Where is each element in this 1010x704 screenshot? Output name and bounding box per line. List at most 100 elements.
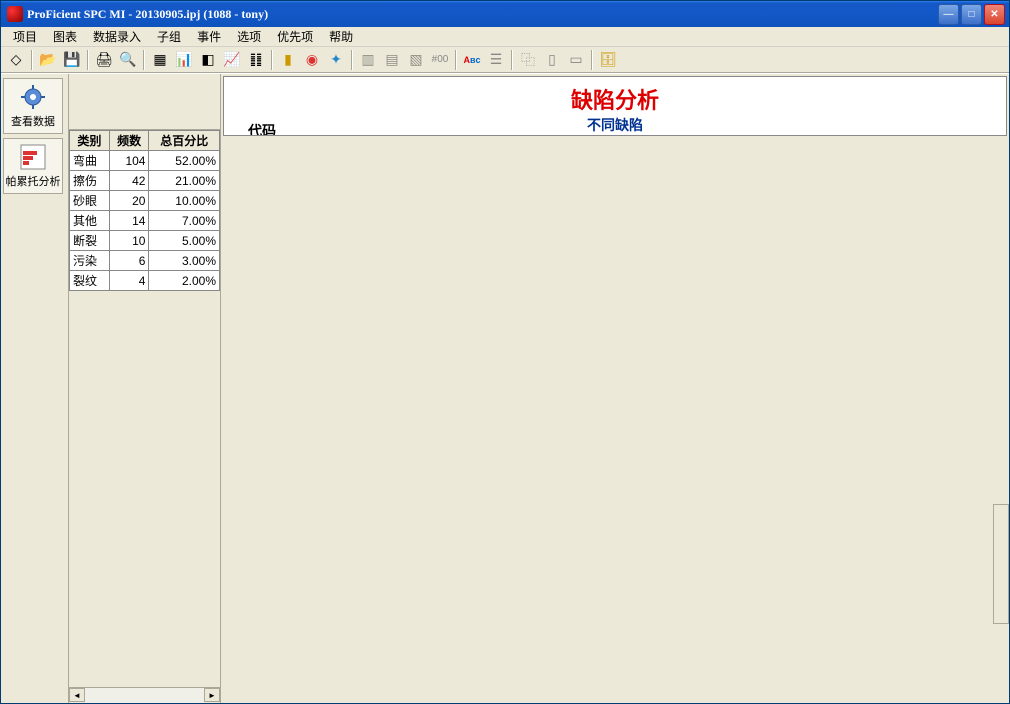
histogram-icon[interactable]: ◧: [197, 49, 219, 71]
cell-percent: 10.00%: [149, 191, 220, 211]
separator: [143, 50, 145, 70]
back-icon[interactable]: ◇: [5, 49, 27, 71]
chart-title: 缺陷分析: [224, 83, 1006, 115]
maximize-button[interactable]: □: [961, 4, 982, 25]
titlebar: ProFicient SPC MI - 20130905.ipj (1088 -…: [1, 1, 1009, 27]
menu-chart[interactable]: 图表: [45, 26, 85, 47]
cell-frequency: 10: [109, 231, 149, 251]
control-chart-icon[interactable]: 📊: [173, 49, 195, 71]
separator: [271, 50, 273, 70]
pane-header-gap: [69, 74, 220, 130]
cell-frequency: 42: [109, 171, 149, 191]
list-icon[interactable]: ☰: [485, 49, 507, 71]
hash-icon[interactable]: #00: [429, 49, 451, 71]
chart-container: 缺陷分析 不同缺陷 代码 0.0010.0020.0030.0040.0050.…: [221, 74, 1009, 703]
cell-category: 擦伤: [70, 171, 110, 191]
left-toolbox: 查看数据 帕累托分析: [1, 74, 69, 703]
data-table: 类别 频数 总百分比 弯曲10452.00%擦伤4221.00%砂眼2010.0…: [69, 130, 220, 291]
layout1-icon[interactable]: ▥: [357, 49, 379, 71]
minimize-button[interactable]: —: [938, 4, 959, 25]
menu-priority[interactable]: 优先项: [269, 26, 321, 47]
pareto-icon: [19, 143, 47, 171]
cell-frequency: 14: [109, 211, 149, 231]
scroll-track[interactable]: [85, 688, 204, 703]
menubar: 项目 图表 数据录入 子组 事件 选项 优先项 帮助: [1, 27, 1009, 47]
run-chart-icon[interactable]: 📈: [221, 49, 243, 71]
separator: [591, 50, 593, 70]
cell-category: 其他: [70, 211, 110, 231]
col-frequency[interactable]: 频数: [109, 131, 149, 151]
separator: [511, 50, 513, 70]
app-icon: [7, 6, 23, 22]
layout2-icon[interactable]: ▤: [381, 49, 403, 71]
grid-icon[interactable]: ▦: [149, 49, 171, 71]
menu-events[interactable]: 事件: [189, 26, 229, 47]
cell-percent: 7.00%: [149, 211, 220, 231]
cell-category: 弯曲: [70, 151, 110, 171]
cell-percent: 52.00%: [149, 151, 220, 171]
separator: [87, 50, 89, 70]
open-icon[interactable]: 📂: [37, 49, 59, 71]
client-area: 查看数据 帕累托分析 类别 频数 总百分比 弯曲10452.00%: [1, 73, 1009, 703]
app-window: ProFicient SPC MI - 20130905.ipj (1088 -…: [0, 0, 1010, 704]
vertical-scrollbar[interactable]: [993, 504, 1009, 624]
cell-frequency: 20: [109, 191, 149, 211]
table-row[interactable]: 砂眼2010.00%: [70, 191, 220, 211]
separator: [31, 50, 33, 70]
table-row[interactable]: 擦伤4221.00%: [70, 171, 220, 191]
print-icon[interactable]: 🖨: [93, 49, 115, 71]
separator: [455, 50, 457, 70]
window-controls: — □ ✕: [938, 4, 1005, 25]
chart-y-axis-label: 代码: [248, 121, 276, 136]
horizontal-scrollbar[interactable]: ◄ ►: [69, 687, 220, 703]
pareto-label: 帕累托分析: [6, 176, 61, 188]
db-icon[interactable]: 🗄: [597, 49, 619, 71]
chart-subtitle: 不同缺陷: [224, 115, 1006, 135]
window-icon[interactable]: ▭: [565, 49, 587, 71]
menu-project[interactable]: 项目: [5, 26, 45, 47]
copy-icon[interactable]: ⿻: [517, 49, 539, 71]
cell-frequency: 4: [109, 271, 149, 291]
toolbar: ◇ 📂 💾 🖨 🔍 ▦ 📊 ◧ 📈 ䷁ ▮ ◉ ✦ ▥ ▤ ▧ #00 Aвc …: [1, 47, 1009, 73]
scroll-right-icon[interactable]: ►: [204, 688, 220, 702]
cell-percent: 3.00%: [149, 251, 220, 271]
menu-subgroup[interactable]: 子组: [149, 26, 189, 47]
bar-chart-icon[interactable]: ䷁: [245, 49, 267, 71]
layout3-icon[interactable]: ▧: [405, 49, 427, 71]
table-row[interactable]: 其他147.00%: [70, 211, 220, 231]
menu-dataentry[interactable]: 数据录入: [85, 26, 149, 47]
view-data-button[interactable]: 查看数据: [3, 78, 63, 134]
abc-icon[interactable]: Aвc: [461, 49, 483, 71]
traffic-light-icon[interactable]: ▮: [277, 49, 299, 71]
menu-help[interactable]: 帮助: [321, 26, 361, 47]
save-icon[interactable]: 💾: [61, 49, 83, 71]
cell-category: 裂纹: [70, 271, 110, 291]
table-row[interactable]: 弯曲10452.00%: [70, 151, 220, 171]
close-button[interactable]: ✕: [984, 4, 1005, 25]
cell-frequency: 104: [109, 151, 149, 171]
cell-percent: 5.00%: [149, 231, 220, 251]
table-row[interactable]: 污染63.00%: [70, 251, 220, 271]
table-row[interactable]: 断裂105.00%: [70, 231, 220, 251]
col-category[interactable]: 类别: [70, 131, 110, 151]
col-percent[interactable]: 总百分比: [149, 131, 220, 151]
scroll-left-icon[interactable]: ◄: [69, 688, 85, 702]
doc-icon[interactable]: ▯: [541, 49, 563, 71]
cell-category: 污染: [70, 251, 110, 271]
gear-icon: [19, 83, 47, 111]
preview-icon[interactable]: 🔍: [117, 49, 139, 71]
cell-category: 断裂: [70, 231, 110, 251]
target-icon[interactable]: ◉: [301, 49, 323, 71]
cell-percent: 2.00%: [149, 271, 220, 291]
pareto-button[interactable]: 帕累托分析: [3, 138, 63, 194]
pane-fill: [69, 291, 220, 687]
cell-frequency: 6: [109, 251, 149, 271]
cell-category: 砂眼: [70, 191, 110, 211]
view-data-label: 查看数据: [11, 116, 55, 128]
chart-pane: 缺陷分析 不同缺陷 代码 0.0010.0020.0030.0040.0050.…: [223, 76, 1007, 136]
cell-percent: 21.00%: [149, 171, 220, 191]
sparkle-icon[interactable]: ✦: [325, 49, 347, 71]
separator: [351, 50, 353, 70]
table-row[interactable]: 裂纹42.00%: [70, 271, 220, 291]
menu-options[interactable]: 选项: [229, 26, 269, 47]
